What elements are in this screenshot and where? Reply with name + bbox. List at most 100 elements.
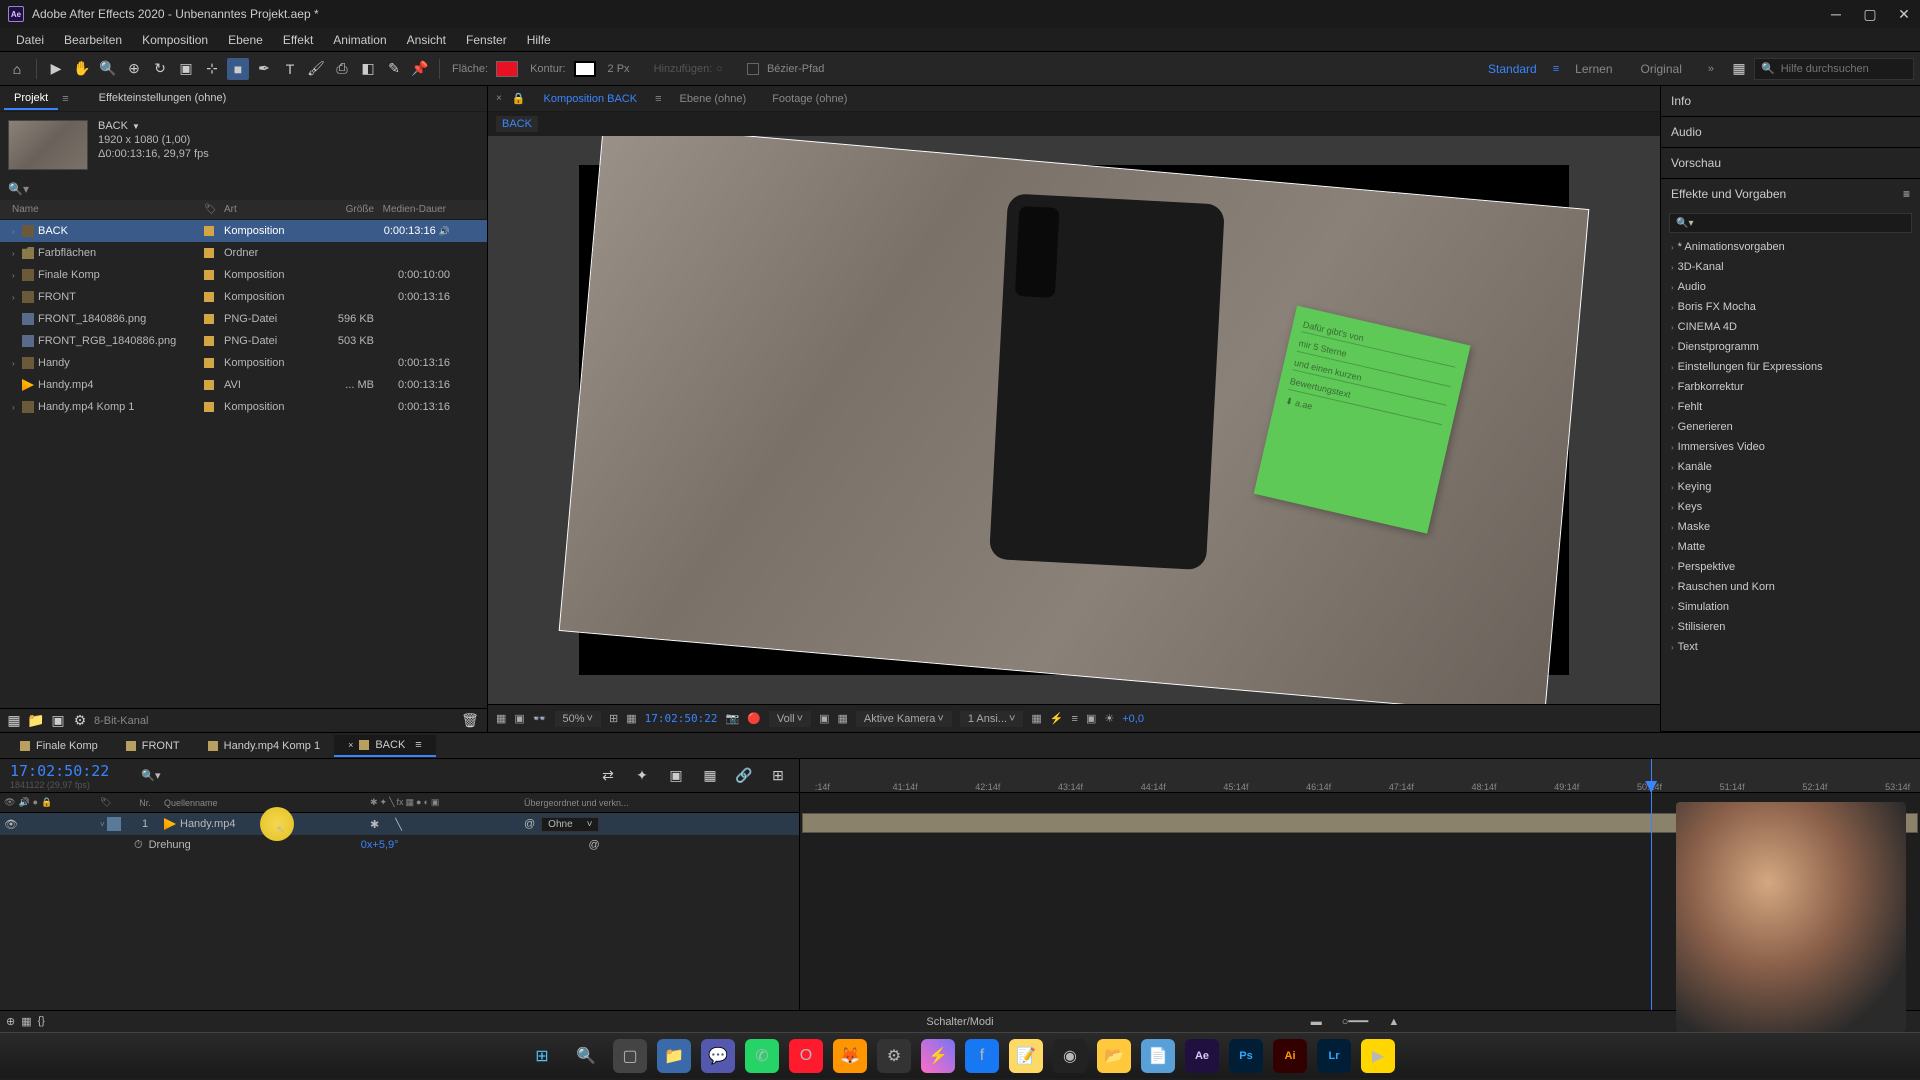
effect-category[interactable]: ›Perspektive <box>1661 557 1920 577</box>
grid-toggle-icon[interactable]: ▦ <box>837 712 847 725</box>
tl-tool-2[interactable]: ✦ <box>631 765 653 787</box>
snapshot-icon[interactable]: 📷 <box>725 712 739 725</box>
bpc-label[interactable]: 8-Bit-Kanal <box>94 715 148 727</box>
effect-category[interactable]: ›Generieren <box>1661 417 1920 437</box>
messenger-icon[interactable]: ⚡ <box>921 1039 955 1073</box>
effect-category[interactable]: ›3D-Kanal <box>1661 257 1920 277</box>
expression-pickwhip[interactable]: @ <box>589 839 600 851</box>
col-tag[interactable]: 🏷 <box>204 204 224 215</box>
playhead[interactable] <box>1651 759 1652 1010</box>
explorer-icon[interactable]: 📁 <box>657 1039 691 1073</box>
new-folder-icon[interactable]: 📁 <box>28 713 44 729</box>
menu-animation[interactable]: Animation <box>323 30 396 50</box>
effect-category[interactable]: ›Einstellungen für Expressions <box>1661 357 1920 377</box>
lock-column-icon[interactable]: 🔒 <box>41 797 52 808</box>
effect-category[interactable]: ›CINEMA 4D <box>1661 317 1920 337</box>
workspace-lernen[interactable]: Lernen <box>1563 58 1624 80</box>
project-row[interactable]: FRONT_RGB_1840886.png PNG-Datei 503 KB <box>0 330 487 352</box>
project-row[interactable]: ›Farbflächen Ordner <box>0 242 487 264</box>
tag-color[interactable] <box>204 380 214 390</box>
menu-ebene[interactable]: Ebene <box>218 30 273 50</box>
moblur-icon[interactable]: ● <box>416 797 421 808</box>
eraser-tool[interactable]: ◧ <box>357 58 379 80</box>
opera-icon[interactable]: O <box>789 1039 823 1073</box>
files-icon[interactable]: 📂 <box>1097 1039 1131 1073</box>
maximize-button[interactable]: ▢ <box>1862 6 1878 22</box>
home-tool[interactable]: ⌂ <box>6 58 28 80</box>
timeline-tab[interactable]: Finale Komp <box>6 736 112 756</box>
orbit-tool[interactable]: ⊕ <box>123 58 145 80</box>
speaker-column-icon[interactable]: 🔊 <box>18 797 29 808</box>
tag-color[interactable] <box>204 358 214 368</box>
effects-search[interactable]: 🔍▾ <box>1669 213 1912 233</box>
viewer-timecode[interactable]: 17:02:50:22 <box>645 712 718 725</box>
toggle-switches-icon[interactable]: ⊕ <box>6 1015 15 1028</box>
eye-column-icon[interactable]: 👁 <box>4 797 15 808</box>
bezier-checkbox[interactable] <box>747 63 759 75</box>
3d-icon[interactable]: ▣ <box>431 797 440 808</box>
timeline-ruler[interactable]: :14f41:14f42:14f43:14f44:14f45:14f46:14f… <box>800 759 1920 793</box>
effect-category[interactable]: ›Audio <box>1661 277 1920 297</box>
settings-icon[interactable]: ⚙ <box>72 713 88 729</box>
stopwatch-icon[interactable]: ⏱ <box>134 839 143 852</box>
collapse-icon[interactable]: ✦ <box>380 797 388 808</box>
comp-thumbnail[interactable] <box>8 120 88 170</box>
tl-tool-6[interactable]: ⊞ <box>767 765 789 787</box>
viewer-tab-layer[interactable]: Ebene (ohne) <box>672 89 755 109</box>
tag-color[interactable] <box>204 226 214 236</box>
teams-icon[interactable]: 💬 <box>701 1039 735 1073</box>
col-name[interactable]: Name <box>4 204 204 215</box>
effect-category[interactable]: ›Rauschen und Korn <box>1661 577 1920 597</box>
pixel-aspect-icon[interactable]: ▦ <box>1031 712 1041 725</box>
layer-eye-icon[interactable]: 👁 <box>4 817 18 831</box>
new-comp-icon[interactable]: ▣ <box>50 713 66 729</box>
zoom-tool[interactable]: 🔍 <box>97 58 119 80</box>
roto-tool[interactable]: ✎ <box>383 58 405 80</box>
tag-color[interactable] <box>204 292 214 302</box>
tl-tool-4[interactable]: ▦ <box>699 765 721 787</box>
stroke-color-swatch[interactable] <box>574 61 596 77</box>
task-view-icon[interactable]: ▢ <box>613 1039 647 1073</box>
toggle-blend-icon[interactable]: {} <box>38 1015 45 1028</box>
timeline-tab[interactable]: × BACK ≡ <box>334 735 436 757</box>
facebook-icon[interactable]: f <box>965 1039 999 1073</box>
photoshop-icon[interactable]: Ps <box>1229 1039 1263 1073</box>
quality-icon[interactable]: ╲ <box>389 797 394 808</box>
channel-icon[interactable]: 👓 <box>533 712 547 725</box>
exposure-icon[interactable]: ☀ <box>1104 712 1114 725</box>
interpret-footage-icon[interactable]: ▦ <box>6 713 22 729</box>
firefox-icon[interactable]: 🦊 <box>833 1039 867 1073</box>
tag-color[interactable] <box>204 336 214 346</box>
timeline-timecode[interactable]: 17:02:50:22 <box>10 762 109 780</box>
effect-category[interactable]: ›Farbkorrektur <box>1661 377 1920 397</box>
clone-tool[interactable]: ⎙ <box>331 58 353 80</box>
help-search[interactable]: 🔍 <box>1754 58 1914 80</box>
tab-projekt[interactable]: Projekt <box>4 88 58 110</box>
effect-category[interactable]: ›Keying <box>1661 477 1920 497</box>
render-icon[interactable]: ▣ <box>1086 712 1096 725</box>
tl-tool-5[interactable]: 🔗 <box>733 765 755 787</box>
app-icon-1[interactable]: ⚙ <box>877 1039 911 1073</box>
breadcrumb-back[interactable]: BACK <box>496 116 538 132</box>
layer-quality[interactable]: ╲ <box>395 818 402 831</box>
zoom-out-icon[interactable]: ▬ <box>1311 1016 1322 1028</box>
layer-shy[interactable]: ✱ <box>370 818 379 831</box>
col-art[interactable]: Art <box>224 204 314 215</box>
effect-category[interactable]: ›Maske <box>1661 517 1920 537</box>
menu-fenster[interactable]: Fenster <box>456 30 517 50</box>
search-taskbar-icon[interactable]: 🔍 <box>569 1039 603 1073</box>
menu-effekt[interactable]: Effekt <box>273 30 323 50</box>
hand-tool[interactable]: ✋ <box>71 58 93 80</box>
fill-color-swatch[interactable] <box>496 61 518 77</box>
whatsapp-icon[interactable]: ✆ <box>745 1039 779 1073</box>
close-button[interactable]: ✕ <box>1896 6 1912 22</box>
roi-icon[interactable]: ▣ <box>819 712 829 725</box>
viewer-canvas[interactable]: Dafür gibt's von mir 5 Sterne und einen … <box>488 136 1660 704</box>
timeline-search-icon[interactable]: 🔍▾ <box>141 769 160 782</box>
show-channel-icon[interactable]: 🔴 <box>747 712 761 725</box>
pickwhip-icon[interactable]: @ <box>524 818 535 830</box>
project-row[interactable]: ›Finale Komp Komposition 0:00:10:00 <box>0 264 487 286</box>
puppet-tool[interactable]: 📌 <box>409 58 431 80</box>
tag-color[interactable] <box>204 248 214 258</box>
viewer-tab-footage[interactable]: Footage (ohne) <box>764 89 855 109</box>
